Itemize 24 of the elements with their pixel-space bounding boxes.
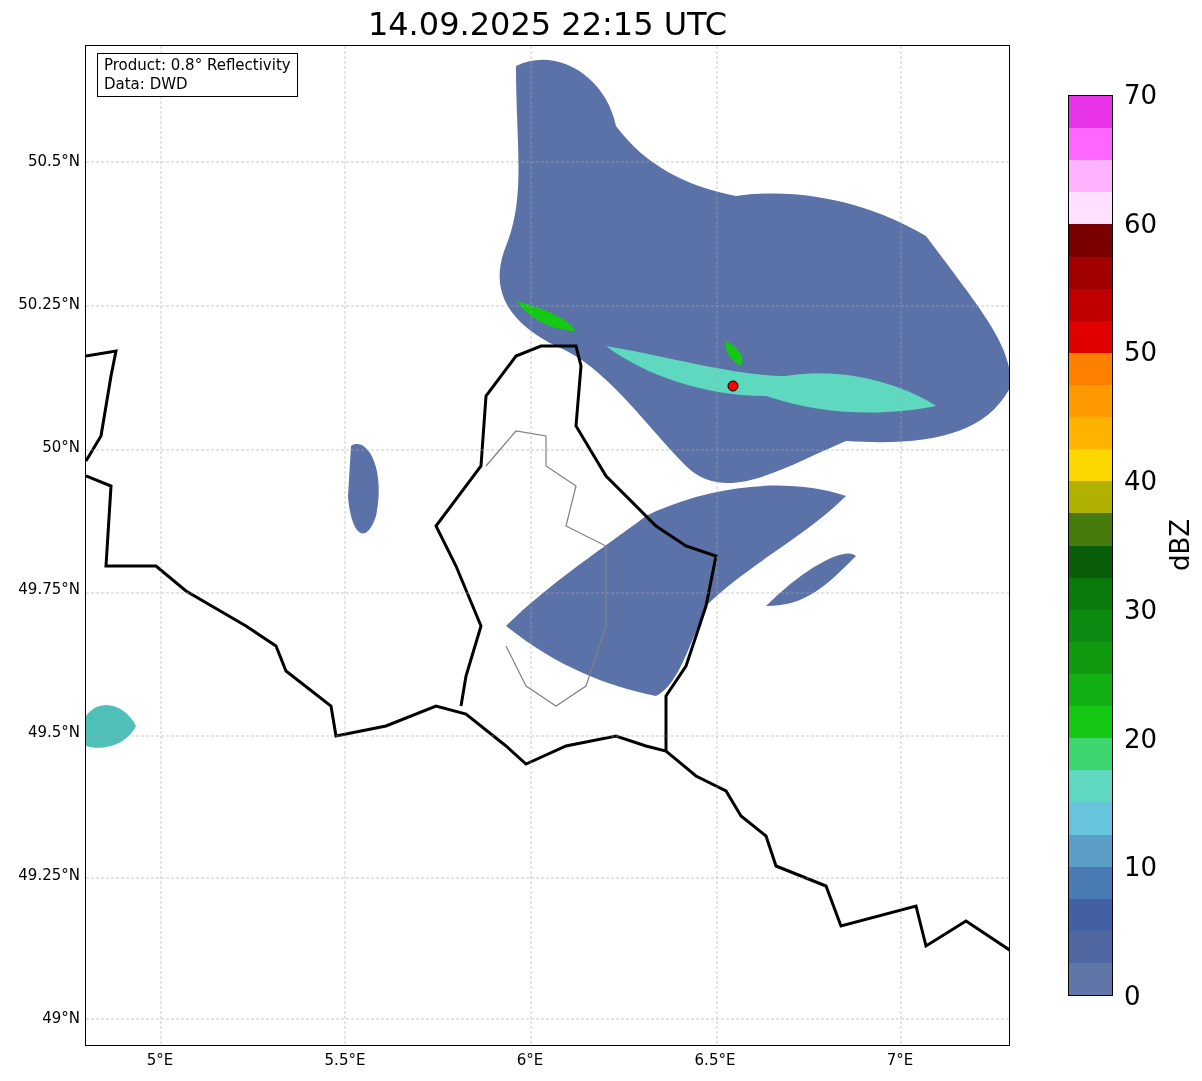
colorbar-tick-label: 30 xyxy=(1124,594,1158,625)
y-tick-label: 49.5°N xyxy=(27,723,80,742)
x-tick-label: 5°E xyxy=(145,1051,175,1069)
legend-text: Data: DWD xyxy=(104,75,189,94)
y-tick-label: 50.5°N xyxy=(27,152,80,170)
colorbar-label: dBZ xyxy=(1164,517,1196,574)
x-tick-label: 7°E xyxy=(885,1051,915,1069)
x-tick-label: 6°E xyxy=(515,1051,545,1069)
colorbar-tick-label: 70 xyxy=(1124,80,1158,110)
colorbar-tick-label: 0 xyxy=(1124,981,1141,1011)
y-tick-label: 49°N xyxy=(42,1008,80,1027)
colorbar-tick-label: 20 xyxy=(1124,723,1158,754)
y-tick-label: 50°N xyxy=(42,437,80,456)
x-tick-label: 6.5°E xyxy=(693,1051,737,1069)
legend-text: Product: 0.8° Reflectivity xyxy=(104,56,291,75)
y-tick-label: 49.25°N xyxy=(18,866,80,884)
x-tick-label: 5.5°E xyxy=(323,1051,367,1069)
colorbar-tick-label: 60 xyxy=(1124,208,1158,239)
colorbar-tick-label: 10 xyxy=(1124,852,1158,883)
y-tick-label: 49.75°N xyxy=(18,580,80,599)
y-tick-label: 50.25°N xyxy=(18,294,80,313)
colorbar-tick-label: 40 xyxy=(1124,466,1158,497)
colorbar-tick-label: 50 xyxy=(1124,337,1158,368)
chart-title: 14.09.2025 22:15 UTC xyxy=(366,4,729,44)
